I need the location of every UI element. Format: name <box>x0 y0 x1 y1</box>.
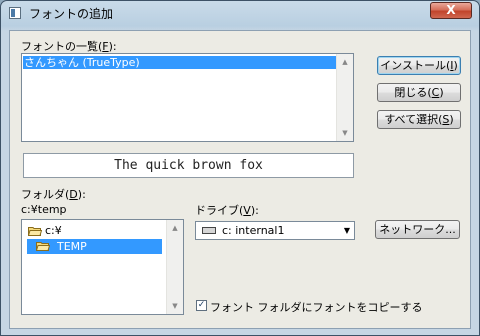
dropdown-arrow-icon[interactable]: ▼ <box>344 225 350 237</box>
font-list-item[interactable]: さんちゃん (TrueType) <box>23 56 336 69</box>
drive-label: ドライブ(V): <box>195 204 259 217</box>
title-bar[interactable]: フォントの追加 X <box>1 1 479 28</box>
folder-label: フォルダ(D): <box>21 188 86 201</box>
dialog-body: フォントの一覧(F): さんちゃん (TrueType) ▲ ▼ インストール(… <box>9 30 471 329</box>
font-list-scrollbar[interactable]: ▲ ▼ <box>336 54 353 141</box>
scroll-down-arrow-icon[interactable]: ▼ <box>337 125 353 141</box>
close-icon: X <box>446 3 456 17</box>
open-folder-icon <box>28 227 42 236</box>
install-button[interactable]: インストール(I) <box>377 56 461 75</box>
scroll-down-arrow-icon[interactable]: ▼ <box>167 298 183 314</box>
drive-icon <box>202 227 216 234</box>
network-button[interactable]: ネットワーク... <box>375 220 460 239</box>
close-window-button[interactable]: X <box>430 2 472 19</box>
add-font-dialog: フォントの追加 X フォントの一覧(F): さんちゃん (TrueType) ▲… <box>0 0 480 336</box>
current-folder-path: c:¥temp <box>21 203 67 216</box>
select-all-button[interactable]: すべて選択(S) <box>377 110 461 129</box>
window-title: フォントの追加 <box>29 7 114 21</box>
folder-tree-scrollbar[interactable]: ▲ ▼ <box>166 220 183 314</box>
copy-to-fonts-folder-checkbox[interactable]: ✓ <box>196 300 207 311</box>
drive-selected-value: c: internal1 <box>222 224 285 237</box>
font-preview: The quick brown fox <box>23 153 354 178</box>
open-folder-icon <box>36 242 50 251</box>
folder-item-selected[interactable]: TEMP <box>27 239 162 254</box>
folder-tree[interactable]: c:¥ TEMP ▲ ▼ <box>21 219 184 315</box>
scroll-up-arrow-icon[interactable]: ▲ <box>167 220 183 236</box>
window-icon <box>9 7 21 19</box>
close-button[interactable]: 閉じる(C) <box>377 83 461 102</box>
scroll-up-arrow-icon[interactable]: ▲ <box>337 54 353 70</box>
copy-to-fonts-folder-label[interactable]: フォント フォルダにフォントをコピーする <box>210 299 423 315</box>
font-list-label: フォントの一覧(F): <box>21 40 117 53</box>
drive-select[interactable]: c: internal1 ▼ <box>195 221 355 240</box>
font-list[interactable]: さんちゃん (TrueType) ▲ ▼ <box>21 53 354 142</box>
